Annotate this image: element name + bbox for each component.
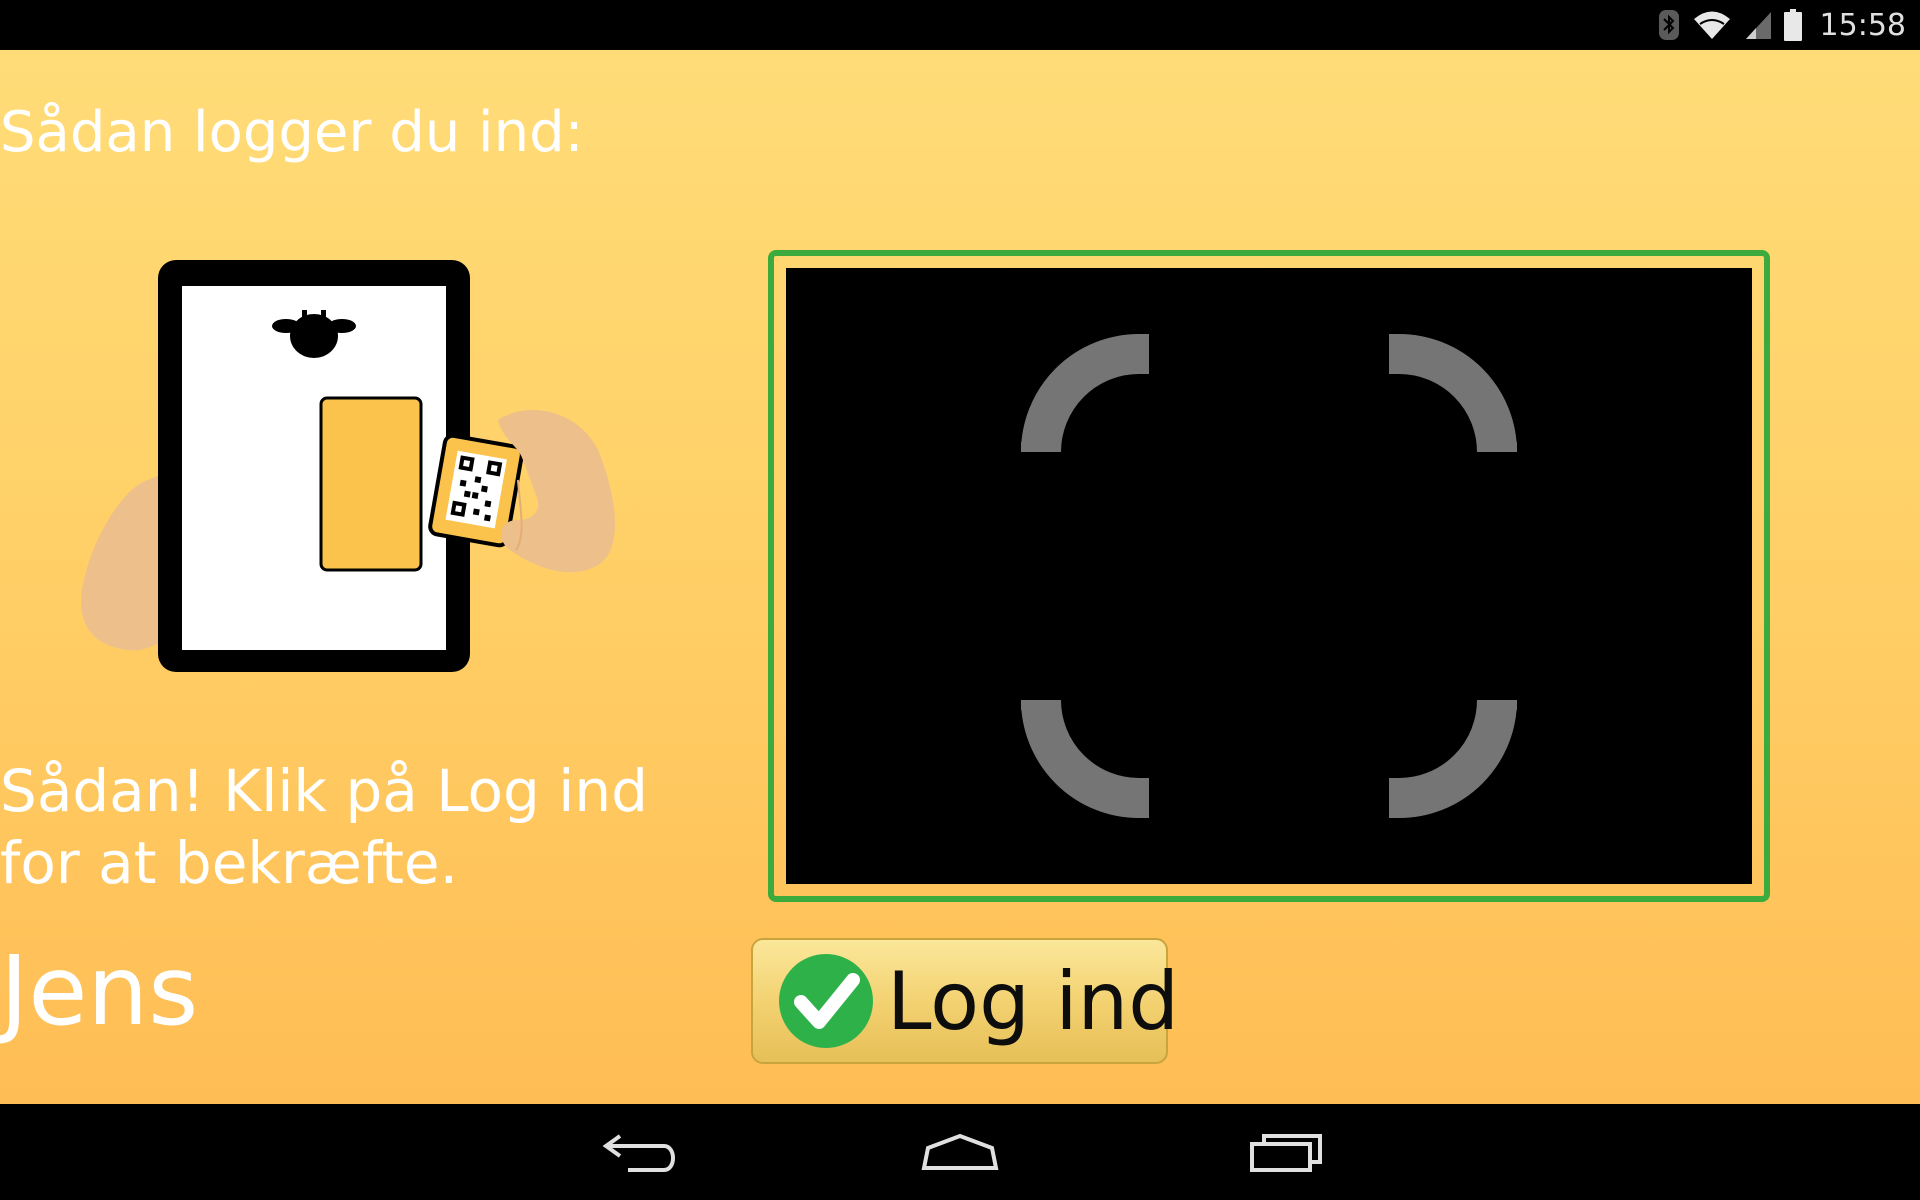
home-icon[interactable]: [912, 1122, 1008, 1182]
instruction-title: Sådan logger du ind:: [0, 100, 584, 165]
wifi-icon: [1693, 11, 1730, 39]
scanned-user-name: Jens: [0, 935, 199, 1047]
bluetooth-icon: [1658, 10, 1679, 40]
confirm-instruction: Sådan! Klik på Log ind for at bekræfte.: [0, 757, 648, 897]
login-button-label: Log ind: [887, 954, 1180, 1048]
login-screen: Sådan logger du ind: Sådan! Klik på Log …: [0, 50, 1920, 1104]
scan-card-illustration: [81, 260, 615, 672]
login-button[interactable]: Log ind: [751, 938, 1179, 1064]
scan-guide-icon: [1021, 334, 1517, 818]
status-icons: 15:58: [1658, 0, 1906, 50]
clock: 15:58: [1819, 7, 1906, 43]
screen: 15:58 Sådan logger du ind: Sådan! Klik p…: [0, 0, 1920, 1200]
navigation-bar: [0, 1104, 1920, 1200]
card-slot-icon: [319, 396, 423, 572]
camera-frame: [768, 250, 1770, 902]
status-bar: 15:58: [0, 0, 1920, 50]
battery-icon: [1783, 9, 1802, 41]
checkmark-icon: [779, 954, 873, 1048]
signal-icon: [1745, 12, 1771, 39]
recent-apps-icon[interactable]: [1238, 1122, 1334, 1182]
camera-preview[interactable]: [786, 268, 1752, 884]
back-icon[interactable]: [588, 1122, 684, 1182]
